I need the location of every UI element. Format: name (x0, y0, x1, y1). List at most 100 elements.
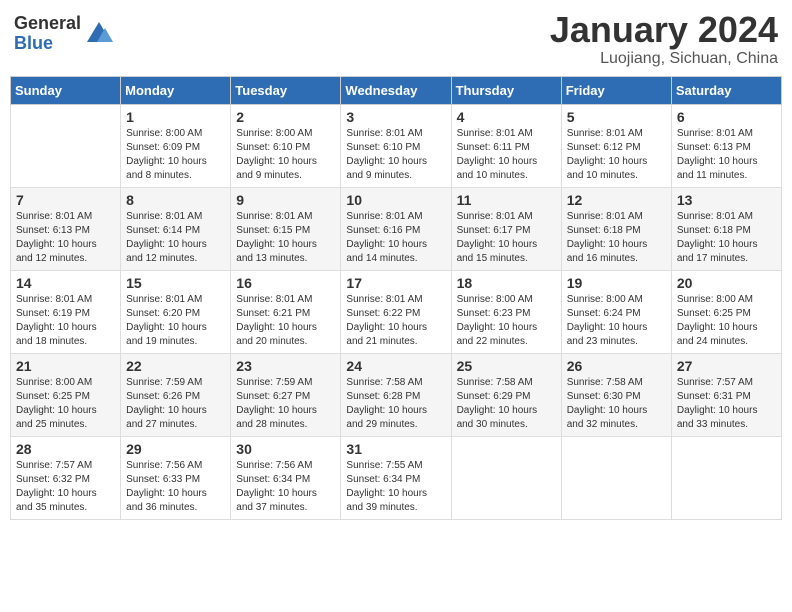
week-row-1: 1 Sunrise: 8:00 AMSunset: 6:09 PMDaylight… (11, 104, 782, 187)
calendar-cell: 16 Sunrise: 8:01 AMSunset: 6:21 PMDayligh… (231, 270, 341, 353)
day-number: 12 (567, 192, 666, 208)
cell-content: Sunrise: 8:00 AMSunset: 6:25 PMDaylight:… (677, 293, 776, 349)
calendar-cell: 7 Sunrise: 8:01 AMSunset: 6:13 PMDaylight… (11, 187, 121, 270)
calendar-cell: 15 Sunrise: 8:01 AMSunset: 6:20 PMDayligh… (121, 270, 231, 353)
calendar-cell: 1 Sunrise: 8:00 AMSunset: 6:09 PMDaylight… (121, 104, 231, 187)
cell-content: Sunrise: 7:57 AMSunset: 6:32 PMDaylight:… (16, 459, 115, 515)
logo: General Blue (14, 14, 113, 54)
calendar-cell: 9Sunrise: 8:01 AMSunset: 6:15 PMDaylight… (231, 187, 341, 270)
cell-content: Sunrise: 7:57 AMSunset: 6:31 PMDaylight:… (677, 376, 776, 432)
day-number: 31 (346, 441, 445, 457)
cell-content: Sunrise: 8:01 AMSunset: 6:18 PMDaylight:… (567, 210, 666, 266)
day-number: 28 (16, 441, 115, 457)
day-number: 4 (457, 109, 556, 125)
location: Luojiang, Sichuan, China (550, 50, 778, 68)
day-number: 2 (236, 109, 335, 125)
day-number: 21 (16, 358, 115, 374)
calendar-cell: 12 Sunrise: 8:01 AMSunset: 6:18 PMDayligh… (561, 187, 671, 270)
week-row-4: 21 Sunrise: 8:00 AMSunset: 6:25 PMDayligh… (11, 353, 782, 436)
calendar-body: 1 Sunrise: 8:00 AMSunset: 6:09 PMDaylight… (11, 104, 782, 519)
cell-content: Sunrise: 7:59 AMSunset: 6:26 PMDaylight:… (126, 376, 225, 432)
day-number: 11 (457, 192, 556, 208)
cell-content: Sunrise: 8:01 AMSunset: 6:11 PMDaylight:… (457, 127, 556, 183)
cell-content: Sunrise: 8:01 AMSunset: 6:13 PMDaylight:… (677, 127, 776, 183)
cell-content: Sunrise: 7:59 AMSunset: 6:27 PMDaylight:… (236, 376, 335, 432)
calendar-cell: 21 Sunrise: 8:00 AMSunset: 6:25 PMDayligh… (11, 353, 121, 436)
calendar-cell (561, 436, 671, 519)
cell-content: Sunrise: 7:58 AMSunset: 6:30 PMDaylight:… (567, 376, 666, 432)
cell-content: Sunrise: 8:01 AMSunset: 6:15 PMDaylight:… (236, 210, 335, 266)
calendar-cell: 8Sunrise: 8:01 AMSunset: 6:14 PMDaylight… (121, 187, 231, 270)
cell-content: Sunrise: 7:55 AMSunset: 6:34 PMDaylight:… (346, 459, 445, 515)
cell-content: Sunrise: 8:00 AMSunset: 6:10 PMDaylight:… (236, 127, 335, 183)
calendar-cell (671, 436, 781, 519)
header-friday: Friday (561, 76, 671, 104)
cell-content: Sunrise: 8:01 AMSunset: 6:12 PMDaylight:… (567, 127, 666, 183)
calendar-cell: 28 Sunrise: 7:57 AMSunset: 6:32 PMDayligh… (11, 436, 121, 519)
cell-content: Sunrise: 8:01 AMSunset: 6:17 PMDaylight:… (457, 210, 556, 266)
calendar-cell: 20 Sunrise: 8:00 AMSunset: 6:25 PMDayligh… (671, 270, 781, 353)
cell-content: Sunrise: 8:01 AMSunset: 6:19 PMDaylight:… (16, 293, 115, 349)
day-number: 29 (126, 441, 225, 457)
day-number: 24 (346, 358, 445, 374)
header-wednesday: Wednesday (341, 76, 451, 104)
cell-content: Sunrise: 8:01 AMSunset: 6:13 PMDaylight:… (16, 210, 115, 266)
cell-content: Sunrise: 8:00 AMSunset: 6:25 PMDaylight:… (16, 376, 115, 432)
calendar-cell: 22Sunrise: 7:59 AMSunset: 6:26 PMDayligh… (121, 353, 231, 436)
calendar-cell: 25Sunrise: 7:58 AMSunset: 6:29 PMDayligh… (451, 353, 561, 436)
calendar-cell: 10Sunrise: 8:01 AMSunset: 6:16 PMDayligh… (341, 187, 451, 270)
cell-content: Sunrise: 7:56 AMSunset: 6:33 PMDaylight:… (126, 459, 225, 515)
day-number: 26 (567, 358, 666, 374)
logo-icon (85, 20, 113, 48)
day-number: 15 (126, 275, 225, 291)
header-row: SundayMondayTuesdayWednesdayThursdayFrid… (11, 76, 782, 104)
calendar-cell: 4 Sunrise: 8:01 AMSunset: 6:11 PMDaylight… (451, 104, 561, 187)
calendar-cell: 30Sunrise: 7:56 AMSunset: 6:34 PMDayligh… (231, 436, 341, 519)
calendar-cell: 19 Sunrise: 8:00 AMSunset: 6:24 PMDayligh… (561, 270, 671, 353)
week-row-3: 14Sunrise: 8:01 AMSunset: 6:19 PMDayligh… (11, 270, 782, 353)
day-number: 7 (16, 192, 115, 208)
day-number: 18 (457, 275, 556, 291)
cell-content: Sunrise: 7:58 AMSunset: 6:28 PMDaylight:… (346, 376, 445, 432)
day-number: 19 (567, 275, 666, 291)
cell-content: Sunrise: 7:58 AMSunset: 6:29 PMDaylight:… (457, 376, 556, 432)
cell-content: Sunrise: 8:01 AMSunset: 6:18 PMDaylight:… (677, 210, 776, 266)
day-number: 20 (677, 275, 776, 291)
calendar-cell: 5 Sunrise: 8:01 AMSunset: 6:12 PMDaylight… (561, 104, 671, 187)
calendar-cell: 23Sunrise: 7:59 AMSunset: 6:27 PMDayligh… (231, 353, 341, 436)
page-header: General Blue January 2024 Luojiang, Sich… (10, 10, 782, 68)
logo-general: General (14, 14, 81, 34)
calendar-cell: 24 Sunrise: 7:58 AMSunset: 6:28 PMDayligh… (341, 353, 451, 436)
header-saturday: Saturday (671, 76, 781, 104)
calendar-cell: 17Sunrise: 8:01 AMSunset: 6:22 PMDayligh… (341, 270, 451, 353)
calendar-cell: 29 Sunrise: 7:56 AMSunset: 6:33 PMDayligh… (121, 436, 231, 519)
day-number: 8 (126, 192, 225, 208)
calendar-cell: 31 Sunrise: 7:55 AMSunset: 6:34 PMDayligh… (341, 436, 451, 519)
day-number: 6 (677, 109, 776, 125)
calendar-cell: 27 Sunrise: 7:57 AMSunset: 6:31 PMDayligh… (671, 353, 781, 436)
calendar-cell (11, 104, 121, 187)
header-sunday: Sunday (11, 76, 121, 104)
day-number: 1 (126, 109, 225, 125)
day-number: 5 (567, 109, 666, 125)
cell-content: Sunrise: 8:01 AMSunset: 6:20 PMDaylight:… (126, 293, 225, 349)
cell-content: Sunrise: 8:00 AMSunset: 6:23 PMDaylight:… (457, 293, 556, 349)
calendar-cell: 18 Sunrise: 8:00 AMSunset: 6:23 PMDayligh… (451, 270, 561, 353)
calendar-table: SundayMondayTuesdayWednesdayThursdayFrid… (10, 76, 782, 520)
cell-content: Sunrise: 8:01 AMSunset: 6:21 PMDaylight:… (236, 293, 335, 349)
month-title: January 2024 (550, 10, 778, 50)
header-tuesday: Tuesday (231, 76, 341, 104)
calendar-cell: 14Sunrise: 8:01 AMSunset: 6:19 PMDayligh… (11, 270, 121, 353)
day-number: 16 (236, 275, 335, 291)
day-number: 27 (677, 358, 776, 374)
calendar-cell: 26 Sunrise: 7:58 AMSunset: 6:30 PMDayligh… (561, 353, 671, 436)
cell-content: Sunrise: 8:01 AMSunset: 6:16 PMDaylight:… (346, 210, 445, 266)
calendar-cell: 6 Sunrise: 8:01 AMSunset: 6:13 PMDaylight… (671, 104, 781, 187)
calendar-cell: 11 Sunrise: 8:01 AMSunset: 6:17 PMDayligh… (451, 187, 561, 270)
cell-content: Sunrise: 8:00 AMSunset: 6:24 PMDaylight:… (567, 293, 666, 349)
calendar-cell: 3Sunrise: 8:01 AMSunset: 6:10 PMDaylight… (341, 104, 451, 187)
day-number: 3 (346, 109, 445, 125)
calendar-header: SundayMondayTuesdayWednesdayThursdayFrid… (11, 76, 782, 104)
cell-content: Sunrise: 8:00 AMSunset: 6:09 PMDaylight:… (126, 127, 225, 183)
header-monday: Monday (121, 76, 231, 104)
